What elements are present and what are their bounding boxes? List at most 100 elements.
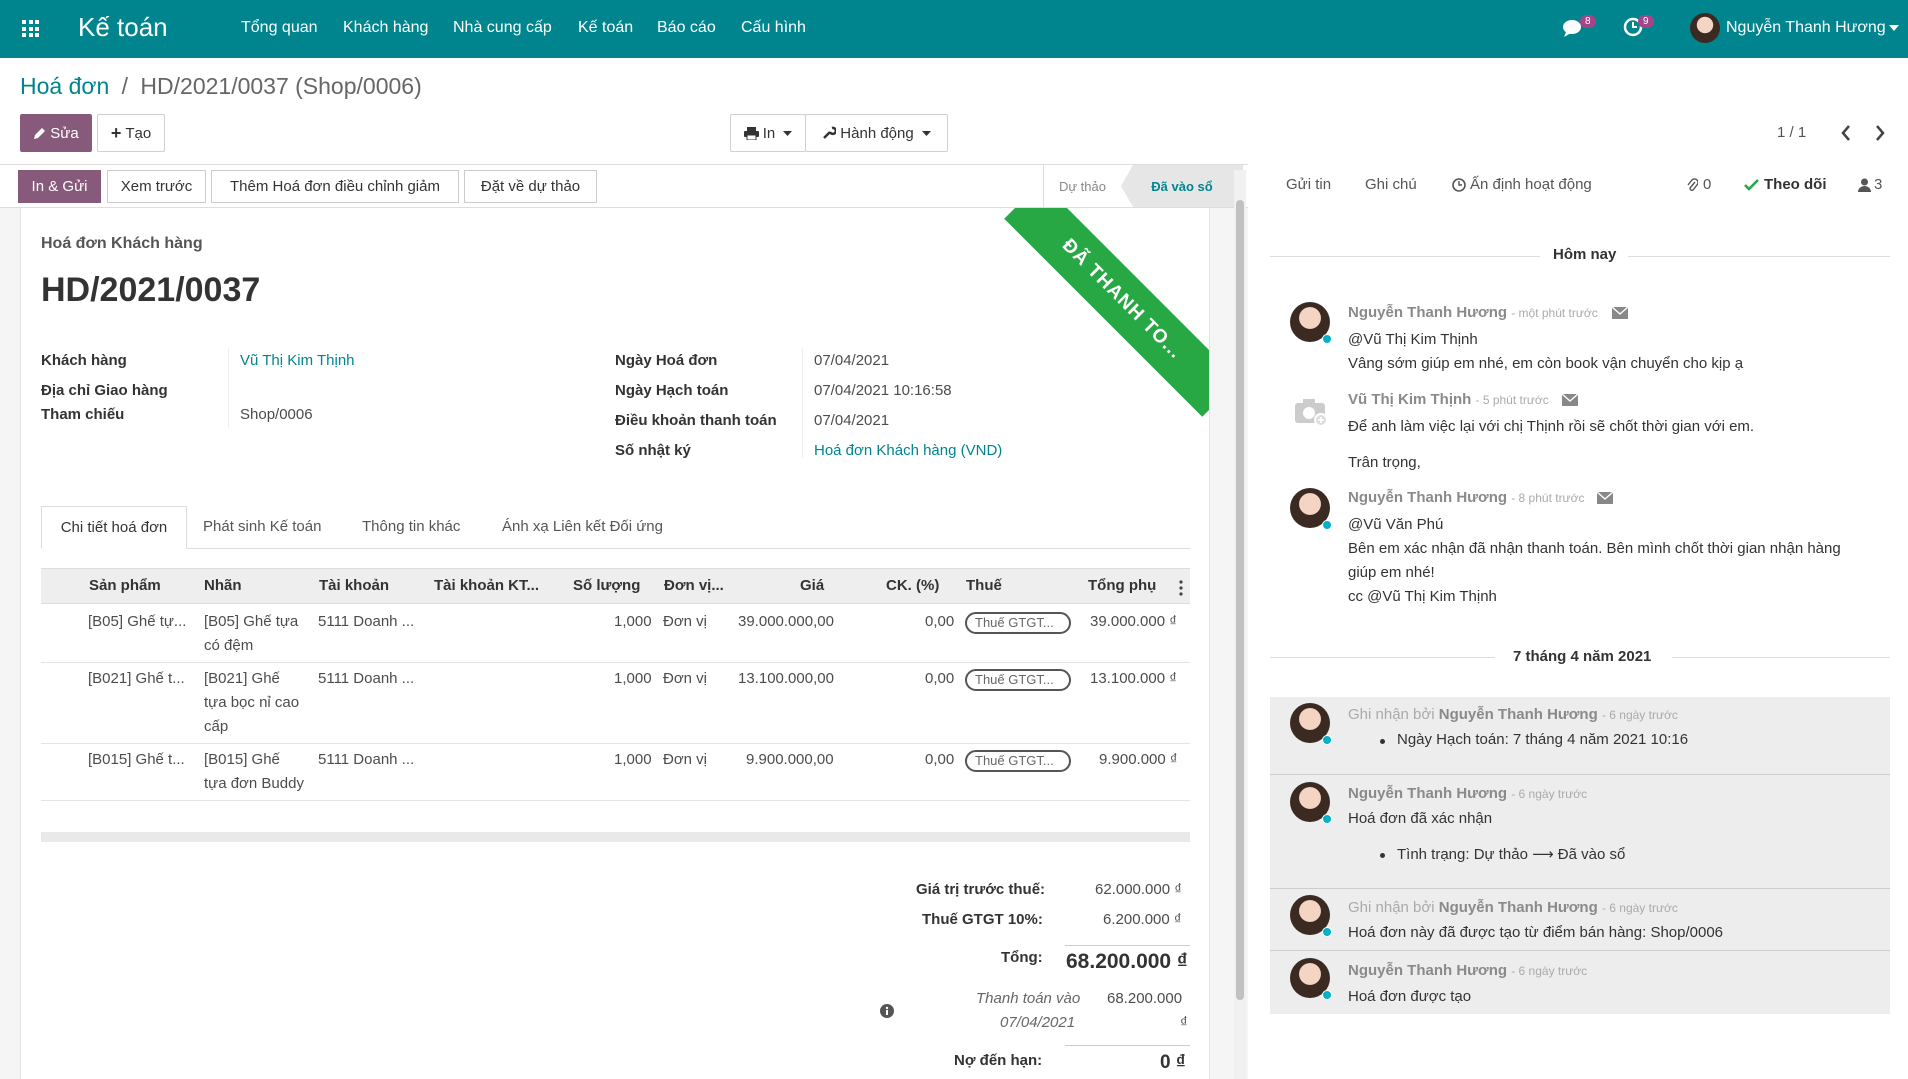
menu-configuration[interactable]: Cấu hình: [741, 19, 806, 37]
message-author[interactable]: Nguyễn Thanh Hương - 8 phút trước: [1348, 489, 1584, 506]
create-button[interactable]: + Tạo: [97, 114, 165, 152]
date-separator-line: [1672, 657, 1890, 658]
menu-overview[interactable]: Tổng quan: [241, 19, 318, 37]
message-text: Vâng sớm giúp em nhé, em còn book vận ch…: [1348, 355, 1744, 372]
row-tax-tag: Thuế GTGT...: [965, 750, 1071, 772]
tab-journal-items[interactable]: Phát sinh Kế toán: [203, 518, 321, 535]
row-divider: [41, 800, 1190, 801]
payment-terms-value: 07/04/2021: [814, 412, 890, 429]
attachment-count[interactable]: 0: [1703, 176, 1711, 193]
schedule-activity-button[interactable]: Ấn định hoạt động: [1470, 176, 1592, 193]
untaxed-label: Giá trị trước thuế:: [916, 881, 1046, 898]
col-discount[interactable]: CK. (%): [886, 577, 939, 594]
note-author[interactable]: Nguyễn Thanh Hương - 6 ngày trước: [1348, 785, 1587, 802]
message-time: - 6 ngày trước: [1511, 964, 1588, 978]
customer-value[interactable]: Vũ Thị Kim Thịnh: [240, 352, 355, 369]
send-message-button[interactable]: Gửi tin: [1286, 176, 1331, 193]
chevron-left-icon[interactable]: [1840, 124, 1852, 142]
edit-button[interactable]: Sửa: [20, 114, 92, 152]
message-time: - 8 phút trước: [1511, 491, 1585, 505]
row-price: 39.000.000,00: [738, 613, 834, 630]
date-separator-line: [1270, 256, 1540, 257]
note-author[interactable]: Ghi nhận bởi Nguyễn Thanh Hương - 6 ngày…: [1348, 899, 1678, 916]
user-caret-icon[interactable]: [1889, 25, 1899, 31]
online-status-icon: [1322, 735, 1332, 745]
message-text: giúp em nhé!: [1348, 564, 1435, 581]
reset-to-draft-button[interactable]: Đặt về dự thảo: [464, 170, 597, 203]
col-product[interactable]: Sản phẩm: [89, 577, 161, 594]
state-draft[interactable]: Dự thảo: [1043, 165, 1121, 207]
total-amount: 68.200.000 ₫: [1066, 950, 1188, 973]
tab-other-info[interactable]: Thông tin khác: [362, 518, 460, 535]
send-print-button[interactable]: In & Gửi: [18, 170, 101, 203]
breadcrumb-invoices-link[interactable]: Hoá đơn: [20, 73, 109, 99]
add-credit-note-button[interactable]: Thêm Hoá đơn điều chỉnh giảm: [211, 170, 459, 203]
col-price[interactable]: Giá: [800, 577, 824, 594]
apps-grid-icon[interactable]: [22, 20, 39, 37]
row-product: [B021] Ghế t...: [88, 670, 185, 687]
date-separator-today: Hôm nay: [1553, 246, 1617, 263]
col-label[interactable]: Nhãn: [204, 577, 242, 594]
row-divider: [41, 662, 1190, 663]
row-account: 5111 Doanh ...: [318, 751, 415, 768]
row-account: 5111 Doanh ...: [318, 613, 415, 630]
payment-terms-label: Điều khoản thanh toán: [615, 412, 777, 429]
user-menu[interactable]: Nguyễn Thanh Hương: [1726, 19, 1886, 37]
row-label: tựa bọc nỉ cao: [204, 694, 300, 711]
note-author[interactable]: Nguyễn Thanh Hương - 6 ngày trước: [1348, 962, 1587, 979]
breadcrumb-separator: /: [121, 73, 129, 99]
user-avatar[interactable]: [1690, 13, 1720, 43]
activities-badge: 9: [1638, 15, 1654, 28]
tab-counterpart-mapping[interactable]: Ánh xạ Liên kết Đối ứng: [502, 518, 663, 535]
journal-value[interactable]: Hoá đơn Khách hàng (VND): [814, 442, 1002, 459]
state-posted: Đã vào sổ: [1121, 165, 1243, 207]
action-dropdown-button[interactable]: Hành động: [805, 114, 948, 152]
col-analytic-account[interactable]: Tài khoản KT...: [434, 577, 539, 594]
menu-customers[interactable]: Khách hàng: [343, 19, 428, 37]
row-subtotal: 9.900.000 ₫: [1099, 751, 1178, 768]
col-uom[interactable]: Đơn vị...: [664, 577, 724, 594]
print-dropdown-button[interactable]: In: [730, 114, 806, 152]
clock-icon: [1452, 178, 1466, 192]
optional-columns-icon[interactable]: [1179, 580, 1183, 596]
envelope-icon: [1612, 307, 1628, 319]
menu-vendors[interactable]: Nhà cung cấp: [453, 19, 552, 37]
note-text: Ngày Hạch toán: 7 tháng 4 năm 2021 10:16: [1397, 731, 1689, 748]
vat-label: Thuế GTGT 10%:: [922, 911, 1043, 928]
row-discount: 0,00: [925, 670, 955, 687]
preview-button[interactable]: Xem trước: [107, 170, 206, 203]
menu-reporting[interactable]: Báo cáo: [657, 19, 716, 37]
wrench-icon: [823, 126, 837, 139]
chevron-right-icon[interactable]: [1874, 124, 1886, 142]
message-time: - 5 phút trước: [1475, 393, 1549, 407]
message-text: cc @Vũ Thị Kim Thịnh: [1348, 588, 1497, 605]
invoice-number: HD/2021/0037: [41, 271, 261, 309]
form-scrollbar[interactable]: [1234, 170, 1246, 1079]
amount-due: 0 ₫: [1160, 1052, 1186, 1073]
app-title[interactable]: Kế toán: [78, 12, 168, 43]
tab-invoice-lines[interactable]: Chi tiết hoá đơn: [41, 506, 187, 549]
payment-info-icon[interactable]: [880, 1004, 894, 1018]
pager-value[interactable]: 1 / 1: [1777, 124, 1806, 141]
followers-count[interactable]: 3: [1874, 176, 1882, 193]
col-account[interactable]: Tài khoản: [319, 577, 389, 594]
col-taxes[interactable]: Thuế: [966, 577, 1002, 594]
reference-label: Tham chiếu: [41, 406, 125, 423]
note-text: Hoá đơn đã xác nhận: [1348, 810, 1493, 827]
scrollbar-thumb[interactable]: [1236, 200, 1244, 1000]
message-author[interactable]: Vũ Thị Kim Thịnh - 5 phút trước: [1348, 391, 1549, 408]
caret-down-icon: [783, 130, 793, 136]
menu-accounting[interactable]: Kế toán: [578, 19, 633, 37]
field-divider: [802, 348, 803, 458]
placeholder-camera-icon: [1295, 399, 1328, 426]
note-author[interactable]: Ghi nhận bởi Nguyễn Thanh Hương - 6 ngày…: [1348, 706, 1678, 723]
paid-on-date: 07/04/2021: [1000, 1014, 1076, 1031]
row-discount: 0,00: [925, 751, 955, 768]
log-note-button[interactable]: Ghi chú: [1365, 176, 1417, 193]
follow-button[interactable]: Theo dõi: [1764, 176, 1827, 193]
col-subtotal[interactable]: Tổng phụ: [1088, 577, 1156, 594]
message-author[interactable]: Nguyễn Thanh Hương - một phút trước: [1348, 304, 1598, 321]
online-status-icon: [1322, 990, 1332, 1000]
col-quantity[interactable]: Số lượng: [573, 577, 640, 594]
total-separator: [1065, 945, 1190, 946]
